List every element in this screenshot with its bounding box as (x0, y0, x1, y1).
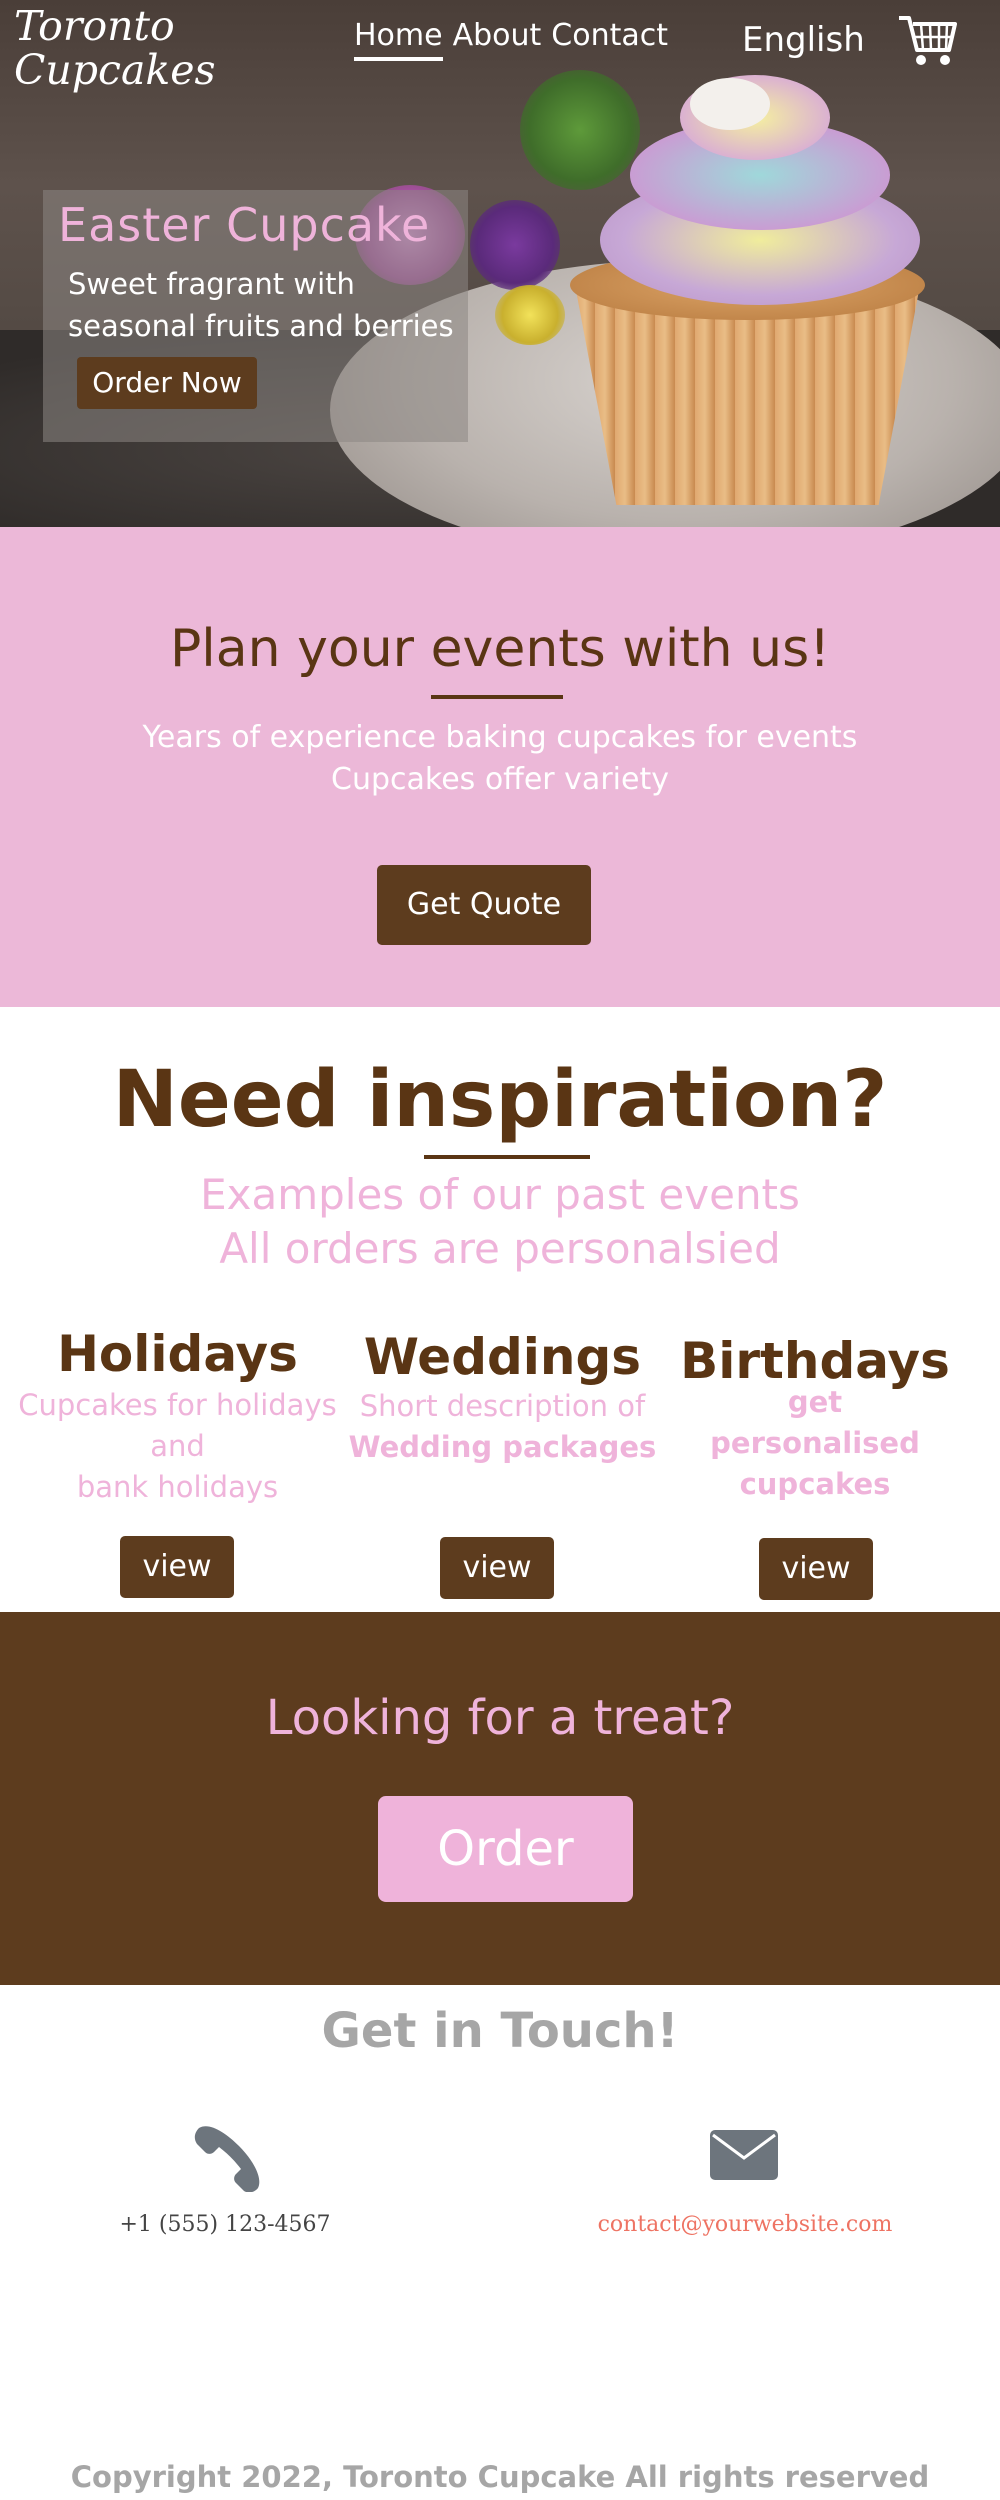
treat-section: Looking for a treat? Order (0, 1612, 1000, 1985)
order-now-button[interactable]: Order Now (77, 357, 257, 409)
events-title: Plan your events with us! (169, 619, 831, 679)
category-desc-line: Wedding packages (348, 1430, 657, 1464)
category-desc-line: Short description of (359, 1389, 646, 1423)
cupcake-heart-image (690, 78, 770, 130)
birthdays-view-button[interactable]: view (759, 1538, 873, 1600)
inspiration-subtitle: Examples of our past events All orders a… (0, 1168, 1000, 1276)
category-title: Weddings (363, 1328, 642, 1386)
category-description: Short description of Wedding packages (330, 1386, 675, 1468)
weddings-view-button[interactable]: view (440, 1537, 554, 1599)
category-desc-line: bank holidays (76, 1470, 279, 1504)
events-line-2: Cupcakes offer variety (331, 762, 669, 797)
category-birthdays: Birthdays get personalised cupcakes (650, 1332, 980, 1505)
events-subtitle: Years of experience baking cupcakes for … (0, 717, 1000, 801)
phone-number[interactable]: +1 (555) 123-4567 (60, 2212, 390, 2237)
hero-flower-image (470, 200, 560, 290)
hero-title: Easter Cupcake (58, 198, 431, 252)
category-description: Cupcakes for holidays and bank holidays (0, 1385, 355, 1508)
category-desc-line: personalised (710, 1426, 920, 1460)
nav-home[interactable]: Home (354, 18, 443, 61)
copyright-text: Copyright 2022, Toronto Cupcake All righ… (70, 2460, 930, 2494)
hero-flower-image (495, 285, 565, 345)
category-desc-line: cupcakes (739, 1467, 891, 1501)
holidays-view-button[interactable]: view (120, 1536, 234, 1598)
category-title: Holidays (57, 1325, 298, 1383)
language-selector[interactable]: English (742, 20, 865, 60)
category-weddings: Weddings Short description of Wedding pa… (330, 1328, 675, 1468)
events-section: Plan your events with us! Years of exper… (0, 527, 1000, 1007)
get-quote-button[interactable]: Get Quote (377, 865, 591, 945)
phone-icon (194, 2126, 260, 2192)
hero-leaf-image (520, 70, 640, 190)
hero-banner: Toronto Cupcakes Home About Contact Engl… (0, 0, 1000, 527)
main-nav: Home About Contact (354, 18, 668, 61)
shopping-cart-icon[interactable] (897, 12, 957, 68)
inspiration-line-2: All orders are personalsied (219, 1224, 781, 1273)
site-logo[interactable]: Toronto Cupcakes (14, 4, 216, 92)
inspiration-line-1: Examples of our past events (200, 1170, 800, 1219)
page: Toronto Cupcakes Home About Contact Engl… (0, 0, 1000, 2500)
contact-title: Get in Touch! (321, 2003, 679, 2059)
inspiration-title: Need inspiration? (112, 1055, 888, 1145)
hero-description: Sweet fragrant with seasonal fruits and … (68, 267, 454, 343)
category-desc-line: Cupcakes for holidays (18, 1388, 337, 1422)
events-line-1: Years of experience baking cupcakes for … (142, 720, 858, 755)
category-desc-line: and (150, 1429, 205, 1463)
category-description: get personalised cupcakes (650, 1382, 980, 1505)
treat-title: Looking for a treat? (265, 1690, 735, 1746)
envelope-icon (710, 2130, 778, 2180)
nav-about[interactable]: About (453, 18, 542, 61)
nav-contact[interactable]: Contact (551, 18, 668, 61)
email-link[interactable]: contact@yourwebsite.com (560, 2212, 930, 2237)
order-button[interactable]: Order (378, 1796, 633, 1902)
inspiration-title-underline (424, 1155, 590, 1159)
events-title-underline (431, 695, 563, 699)
category-holidays: Holidays Cupcakes for holidays and bank … (0, 1325, 355, 1508)
